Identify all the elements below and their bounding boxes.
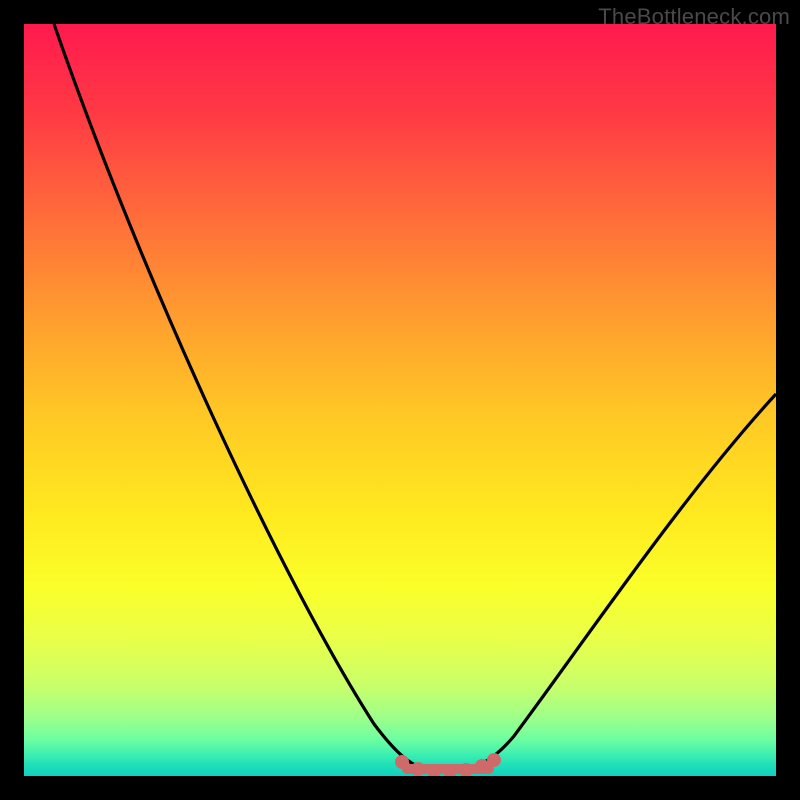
curve-layer — [24, 24, 776, 776]
flat-region-markers — [395, 753, 501, 776]
outer-frame: TheBottleneck.com — [0, 0, 800, 800]
watermark-text: TheBottleneck.com — [598, 4, 790, 30]
plot-area — [24, 24, 776, 776]
bottleneck-curve — [54, 24, 776, 771]
